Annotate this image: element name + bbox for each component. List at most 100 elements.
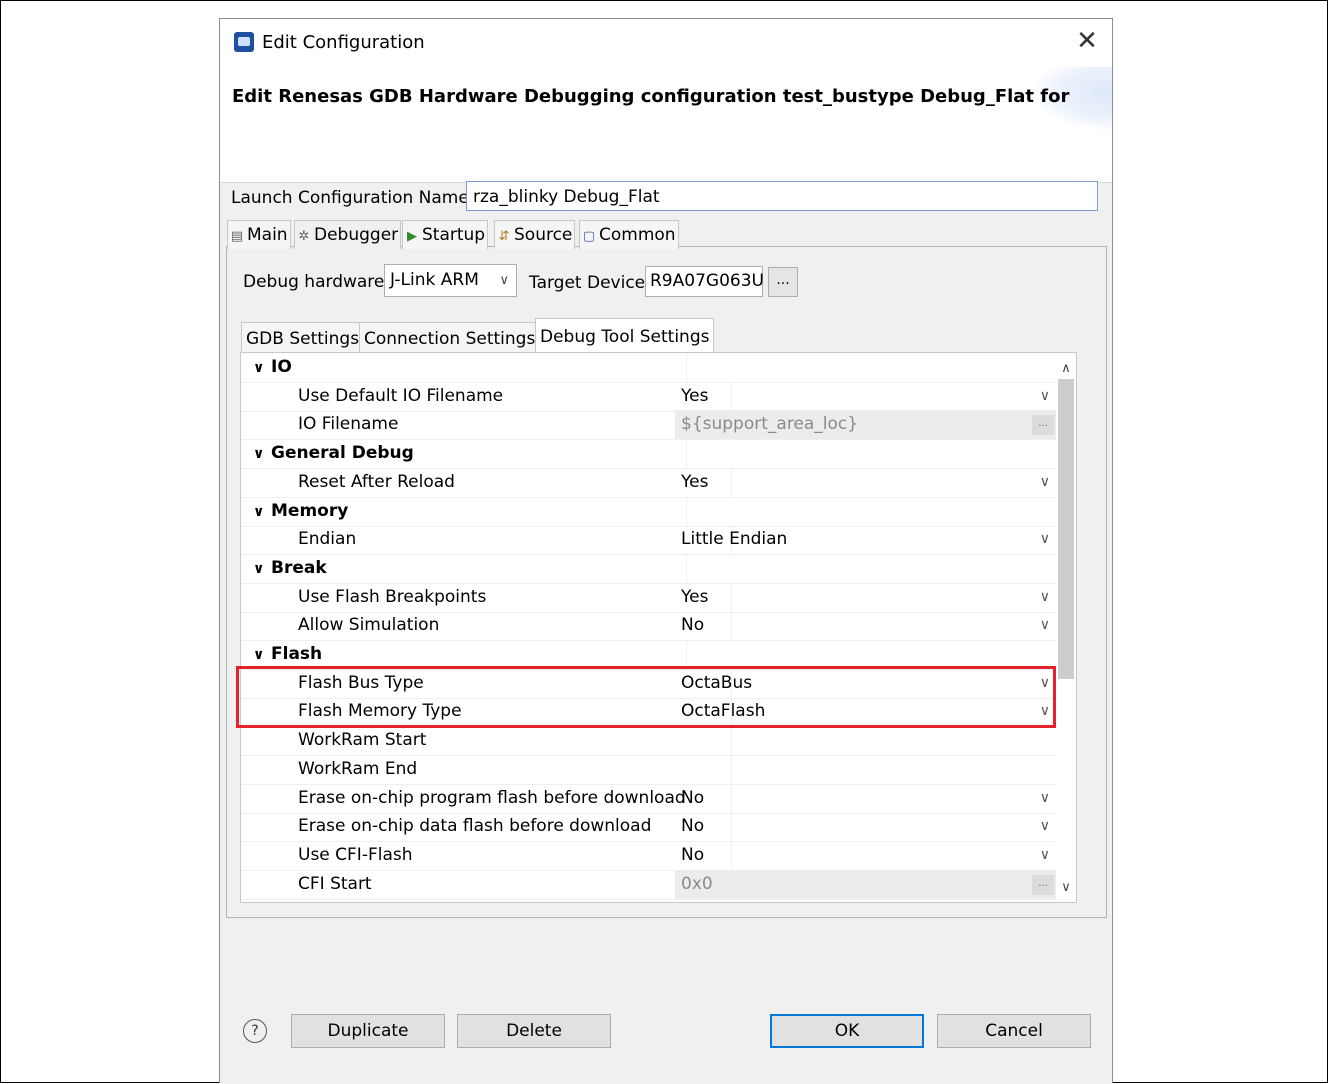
dialog-title: Edit Configuration bbox=[262, 32, 425, 53]
property-row[interactable]: WorkRam End bbox=[241, 754, 1057, 785]
property-row[interactable]: Endian Little Endian ∨ bbox=[241, 525, 1057, 556]
property-value bbox=[675, 497, 1057, 526]
subtab-debug-tool-settings[interactable]: Debug Tool Settings bbox=[535, 318, 715, 355]
category-label: ∨ Memory bbox=[241, 496, 687, 527]
property-row[interactable]: Use Default IO Filename Yes ∨ bbox=[241, 381, 1057, 412]
expand-chevron-icon[interactable]: ∨ bbox=[253, 440, 271, 469]
tab-main[interactable]: ▤ Main bbox=[227, 220, 291, 249]
chevron-down-icon[interactable]: ∨ bbox=[1040, 382, 1050, 411]
chevron-down-icon[interactable]: ∨ bbox=[1040, 812, 1050, 841]
category-row[interactable]: ∨ Memory bbox=[241, 496, 1057, 527]
expand-chevron-icon[interactable]: ∨ bbox=[253, 354, 271, 383]
scrollbar-thumb[interactable] bbox=[1058, 379, 1074, 679]
value-text: No bbox=[681, 787, 705, 808]
scroll-up-icon[interactable]: ∧ bbox=[1056, 359, 1076, 379]
value-text: Yes bbox=[681, 586, 709, 607]
property-row[interactable]: WorkRam Start bbox=[241, 726, 1057, 757]
target-device-browse-button[interactable]: ... bbox=[768, 267, 798, 297]
row-label-text: IO Filename bbox=[298, 414, 399, 435]
launch-config-name-label: Launch Configuration Name: bbox=[231, 188, 475, 208]
tab-label: Debugger bbox=[314, 225, 399, 245]
expand-chevron-icon[interactable]: ∨ bbox=[253, 555, 271, 584]
property-value[interactable]: No ∨ bbox=[675, 784, 1057, 813]
value-text: No bbox=[681, 615, 705, 636]
value-text: ${support_area_loc} bbox=[681, 414, 859, 435]
row-label-text: Allow Simulation bbox=[298, 615, 440, 636]
browse-button[interactable]: ... bbox=[1032, 874, 1054, 895]
category-label: ∨ Break bbox=[241, 553, 687, 584]
tab-startup[interactable]: ▶ Startup bbox=[402, 220, 489, 249]
target-device-input[interactable]: R9A07G063U bbox=[645, 266, 764, 297]
property-row[interactable]: Use CFI-Flash No ∨ bbox=[241, 840, 1057, 871]
property-row[interactable]: Erase on-chip data flash before download… bbox=[241, 812, 1057, 843]
chevron-down-icon[interactable]: ∨ bbox=[1040, 784, 1050, 813]
property-value[interactable] bbox=[675, 726, 1057, 755]
tab-debugger[interactable]: ✲ Debugger bbox=[294, 220, 402, 249]
duplicate-button[interactable]: Duplicate bbox=[291, 1014, 445, 1048]
property-row[interactable]: Allow Simulation No ∨ bbox=[241, 611, 1057, 642]
property-value bbox=[675, 554, 1057, 583]
header-banner: Edit Renesas GDB Hardware Debugging conf… bbox=[220, 67, 1112, 182]
close-icon[interactable]: ✕ bbox=[1072, 26, 1102, 56]
chevron-down-icon[interactable]: ∨ bbox=[1040, 468, 1050, 497]
subtab-connection-settings[interactable]: Connection Settings bbox=[359, 322, 541, 355]
property-value[interactable]: Little Endian ∨ bbox=[675, 525, 1057, 554]
row-label-text: Reset After Reload bbox=[298, 471, 455, 492]
category-row[interactable]: ∨ IO bbox=[241, 353, 1057, 383]
row-label-text: Erase on-chip program flash before downl… bbox=[298, 787, 686, 808]
debug-hardware-label: Debug hardware: bbox=[243, 272, 391, 292]
scroll-down-icon[interactable]: ∨ bbox=[1056, 878, 1076, 898]
property-label: IO Filename bbox=[241, 410, 732, 440]
tab-label: Common bbox=[599, 225, 676, 245]
ok-button[interactable]: OK bbox=[770, 1014, 924, 1048]
property-row[interactable]: Erase on-chip program flash before downl… bbox=[241, 783, 1057, 814]
property-row[interactable]: Use Flash Breakpoints Yes ∨ bbox=[241, 582, 1057, 613]
launch-config-name-input[interactable]: rza_blinky Debug_Flat bbox=[466, 181, 1098, 211]
cancel-button[interactable]: Cancel bbox=[937, 1014, 1091, 1048]
row-label-text: Use Flash Breakpoints bbox=[298, 586, 487, 607]
debug-hardware-select[interactable]: J-Link ARM ∨ bbox=[384, 264, 517, 297]
tab-common[interactable]: ▢ Common bbox=[579, 220, 679, 249]
property-value[interactable]: No ∨ bbox=[675, 812, 1057, 841]
property-value bbox=[675, 640, 1057, 669]
row-label-text: Endian bbox=[298, 529, 357, 550]
property-label: Use Flash Breakpoints bbox=[241, 582, 732, 612]
property-row[interactable]: Reset After Reload Yes ∨ bbox=[241, 467, 1057, 498]
subtab-gdb-settings[interactable]: GDB Settings bbox=[241, 322, 365, 355]
property-row[interactable]: CFI Start 0x0... bbox=[241, 869, 1057, 900]
value-text: Yes bbox=[681, 471, 709, 492]
expand-chevron-icon[interactable]: ∨ bbox=[253, 498, 271, 527]
category-row[interactable]: ∨ General Debug bbox=[241, 439, 1057, 470]
play-icon: ▶ bbox=[407, 229, 417, 244]
property-value[interactable]: No ∨ bbox=[675, 841, 1057, 870]
value-text: Yes bbox=[681, 385, 709, 406]
delete-button[interactable]: Delete bbox=[457, 1014, 611, 1048]
property-value[interactable]: ${support_area_loc}... bbox=[675, 410, 1057, 440]
property-value[interactable]: No ∨ bbox=[675, 611, 1057, 640]
category-row[interactable]: ∨ Break bbox=[241, 553, 1057, 584]
row-label-text: CFI Start bbox=[298, 873, 372, 894]
property-value[interactable]: Yes ∨ bbox=[675, 468, 1057, 497]
tab-source[interactable]: ⇵ Source bbox=[494, 220, 576, 249]
property-value[interactable]: Yes ∨ bbox=[675, 583, 1057, 612]
property-value[interactable] bbox=[675, 755, 1057, 784]
chevron-down-icon[interactable]: ∨ bbox=[1040, 611, 1050, 640]
value-text: No bbox=[681, 844, 705, 865]
category-label: ∨ General Debug bbox=[241, 439, 687, 469]
property-value bbox=[675, 353, 1057, 382]
property-value[interactable]: 0x0... bbox=[675, 869, 1057, 899]
help-icon[interactable]: ? bbox=[243, 1019, 267, 1043]
property-value bbox=[675, 439, 1057, 468]
window-icon: ▢ bbox=[582, 229, 596, 244]
property-label: Allow Simulation bbox=[241, 611, 732, 641]
chevron-down-icon[interactable]: ∨ bbox=[1040, 525, 1050, 554]
row-label-text: Use Default IO Filename bbox=[298, 385, 504, 406]
property-row[interactable]: IO Filename ${support_area_loc}... bbox=[241, 410, 1057, 441]
property-grid-scrollbar[interactable]: ∧ ∨ bbox=[1056, 352, 1077, 903]
property-value[interactable]: Yes ∨ bbox=[675, 382, 1057, 411]
browse-button[interactable]: ... bbox=[1032, 415, 1054, 436]
property-label: Reset After Reload bbox=[241, 467, 732, 497]
chevron-down-icon[interactable]: ∨ bbox=[1040, 583, 1050, 612]
property-label: WorkRam End bbox=[241, 754, 732, 784]
chevron-down-icon[interactable]: ∨ bbox=[1040, 841, 1050, 870]
